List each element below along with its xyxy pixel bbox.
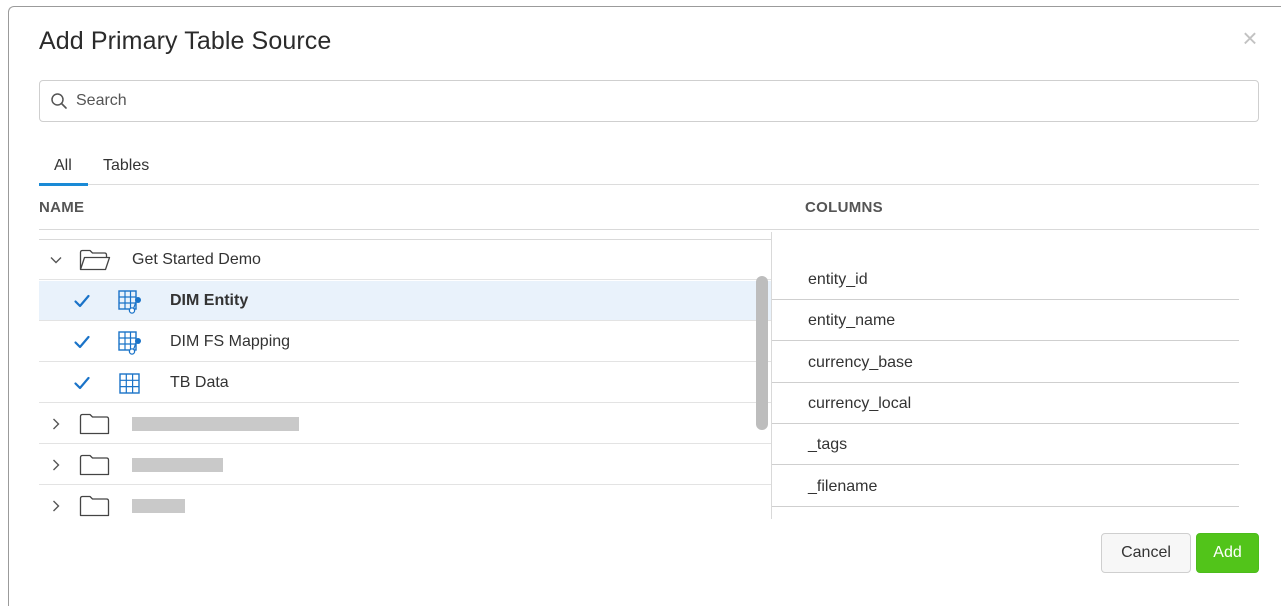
tree-scrollbar-thumb[interactable] <box>756 276 768 430</box>
column-item: entity_id <box>772 259 1239 300</box>
columns-column-header: COLUMNS <box>805 199 883 216</box>
column-item: currency_base <box>772 342 1239 383</box>
checkbox-checked-icon[interactable] <box>73 374 91 392</box>
column-item: entity_name <box>772 300 1239 341</box>
linked-table-icon <box>118 290 141 314</box>
folder-row-redacted[interactable] <box>39 404 771 444</box>
folder-icon <box>79 413 110 435</box>
close-icon[interactable]: × <box>1236 24 1264 52</box>
tab-bar: All Tables <box>39 157 1259 186</box>
source-tree: Get Started Demo DIM Entity DIM FS Mappi… <box>39 232 771 519</box>
header-divider <box>39 229 1259 230</box>
column-name: _filename <box>808 478 878 495</box>
folder-icon <box>79 495 110 517</box>
table-row-tb-data[interactable]: TB Data <box>39 363 771 403</box>
cancel-button[interactable]: Cancel <box>1101 533 1191 573</box>
table-row-dim-fs-mapping[interactable]: DIM FS Mapping <box>39 322 771 362</box>
active-tab-indicator <box>39 183 88 186</box>
redacted-folder-name <box>132 417 299 431</box>
table-label: DIM Entity <box>170 292 249 309</box>
checkbox-checked-icon[interactable] <box>73 292 91 310</box>
chevron-right-icon[interactable] <box>49 417 63 431</box>
folder-open-icon <box>79 249 111 271</box>
column-name: currency_local <box>808 395 912 412</box>
search-box[interactable] <box>39 80 1259 122</box>
folder-row-redacted[interactable] <box>39 445 771 485</box>
column-name: currency_base <box>808 354 913 371</box>
chevron-down-icon[interactable] <box>49 253 63 267</box>
folder-label: Get Started Demo <box>132 251 261 268</box>
name-column-header: NAME <box>39 199 85 216</box>
search-icon <box>51 93 67 109</box>
redacted-folder-name <box>132 499 185 513</box>
tab-tables[interactable]: Tables <box>103 157 149 175</box>
redacted-folder-name <box>132 458 223 472</box>
tab-all[interactable]: All <box>54 157 72 175</box>
folder-row-get-started-demo[interactable]: Get Started Demo <box>39 240 771 280</box>
column-name: _tags <box>808 436 848 453</box>
checkbox-checked-icon[interactable] <box>73 333 91 351</box>
column-list: entity_id entity_name currency_base curr… <box>772 232 1239 519</box>
column-name: entity_name <box>808 312 896 329</box>
chevron-right-icon[interactable] <box>49 458 63 472</box>
table-label: TB Data <box>170 374 229 391</box>
linked-table-icon <box>118 331 141 355</box>
column-name: entity_id <box>808 271 868 288</box>
add-button[interactable]: Add <box>1196 533 1259 573</box>
table-row-dim-entity[interactable]: DIM Entity <box>39 281 771 321</box>
table-grid-icon <box>119 373 140 394</box>
column-item: currency_local <box>772 383 1239 424</box>
dialog-title: Add Primary Table Source <box>39 27 332 55</box>
column-item: _filename <box>772 466 1239 507</box>
search-input[interactable] <box>76 87 1246 115</box>
folder-icon <box>79 454 110 476</box>
chevron-right-icon[interactable] <box>49 499 63 513</box>
folder-row-redacted[interactable] <box>39 486 771 519</box>
table-label: DIM FS Mapping <box>170 333 291 350</box>
column-item: _tags <box>772 424 1239 465</box>
